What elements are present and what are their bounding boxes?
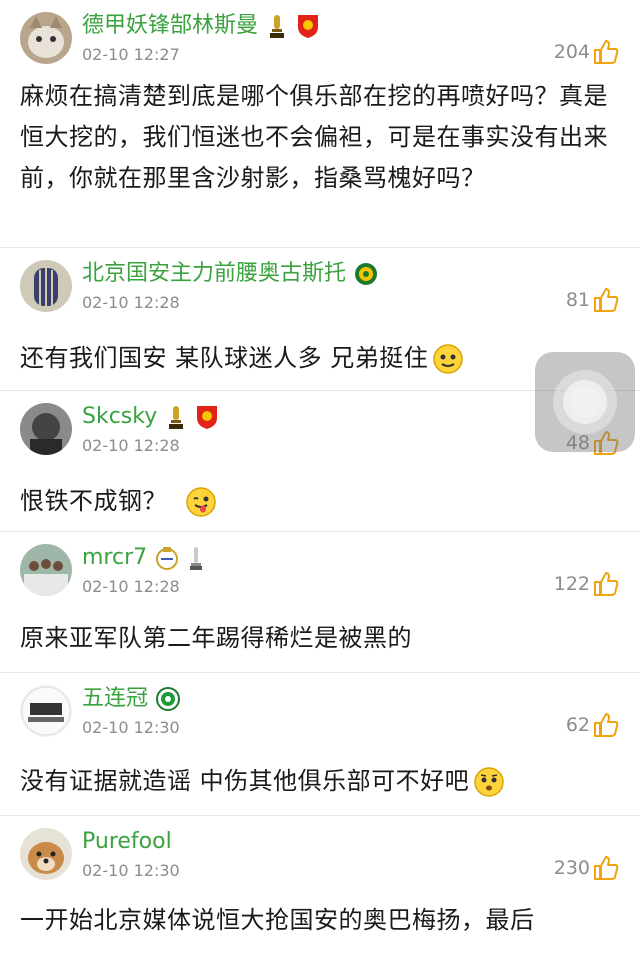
like-button[interactable]: 204 [554, 38, 620, 66]
trophy-icon [185, 545, 207, 571]
comment-item: 德甲妖锋郜林斯曼 02-10 12:27 204 麻烦在搞清楚到底是哪个俱乐部在… [0, 0, 640, 248]
comment-item: Purefool 02-10 12:30 230 一开始北京媒体说恒大抢国安的奥… [0, 816, 640, 959]
assistive-touch-button[interactable] [535, 352, 635, 452]
like-count: 81 [565, 289, 590, 311]
club-crest-icon [354, 261, 378, 287]
timestamp: 02-10 12:28 [82, 293, 180, 312]
thumbs-up-icon[interactable] [592, 570, 620, 598]
avatar[interactable] [20, 685, 72, 737]
like-count: 230 [553, 857, 590, 879]
tongue-emoji [185, 486, 217, 518]
comment-text: 麻烦在搞清楚到底是哪个俱乐部在挖的再喷好吗？真是恒大挖的，我们恒迷也不会偏袒，可… [20, 82, 608, 192]
username[interactable]: 五连冠 [82, 683, 148, 715]
like-count: 204 [553, 41, 590, 63]
thumbs-up-icon[interactable] [592, 286, 620, 314]
club-crest-icon [195, 404, 218, 430]
smile-emoji [432, 343, 464, 375]
avatar[interactable] [20, 12, 72, 64]
comment-text: 恨铁不成钢？ [20, 487, 167, 515]
comment-item: mrcr7 02-10 12:28 122 原来亚军队第二年踢得稀烂是被黑的 [0, 532, 640, 673]
club-crest-icon [156, 686, 181, 712]
timestamp: 02-10 12:27 [82, 45, 180, 64]
timestamp: 02-10 12:28 [82, 577, 180, 596]
comment-text: 一开始北京媒体说恒大抢国安的奥巴梅扬，最后 [20, 906, 535, 934]
trophy-icon [165, 404, 187, 430]
like-count: 122 [553, 573, 590, 595]
timestamp: 02-10 12:28 [82, 436, 180, 455]
avatar[interactable] [20, 544, 72, 596]
avatar[interactable] [20, 828, 72, 880]
club-crest-icon [155, 545, 179, 571]
timestamp: 02-10 12:30 [82, 718, 180, 737]
comment-text: 还有我们国安 某队球迷人多 兄弟挺住 [20, 344, 429, 372]
like-button[interactable]: 81 [566, 286, 620, 314]
like-button[interactable]: 62 [566, 711, 620, 739]
thumbs-up-icon[interactable] [592, 711, 620, 739]
club-crest-icon [296, 13, 319, 39]
like-button[interactable]: 122 [554, 570, 620, 598]
username[interactable]: mrcr7 [82, 542, 147, 574]
username[interactable]: 德甲妖锋郜林斯曼 [82, 10, 258, 42]
avatar[interactable] [20, 403, 72, 455]
trophy-icon [266, 13, 288, 39]
assistive-dot [569, 386, 601, 418]
username[interactable]: 北京国安主力前腰奥古斯托 [82, 258, 346, 290]
like-count: 62 [565, 714, 590, 736]
avatar[interactable] [20, 260, 72, 312]
thumbs-up-icon[interactable] [592, 854, 620, 882]
comment-text: 没有证据就造谣 中伤其他俱乐部可不好吧 [20, 767, 470, 795]
username[interactable]: Skcsky [82, 401, 157, 433]
timestamp: 02-10 12:30 [82, 861, 180, 880]
thumbs-up-icon[interactable] [592, 38, 620, 66]
like-button[interactable]: 230 [554, 854, 620, 882]
comment-text: 原来亚军队第二年踢得稀烂是被黑的 [20, 624, 412, 652]
comment-item: 五连冠 02-10 12:30 62 没有证据就造谣 中伤其他俱乐部可不好吧 [0, 673, 640, 816]
username[interactable]: Purefool [82, 826, 172, 858]
worried-emoji [473, 766, 505, 798]
